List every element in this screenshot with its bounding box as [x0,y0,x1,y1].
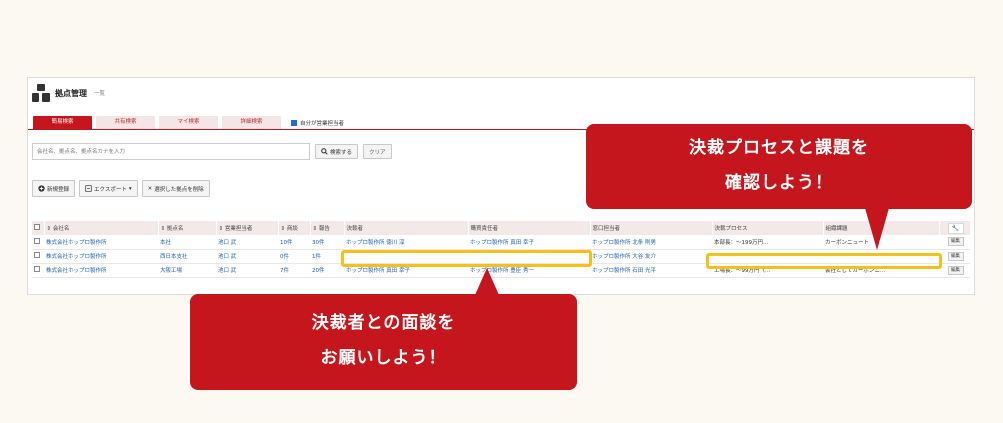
cell-company[interactable]: 株式会社ホップロ製作所 [44,249,158,264]
callout-right-pointer [865,208,889,250]
cell-contact[interactable]: ホップロ製作所 北条 則男 [590,235,712,250]
tab-shared-search[interactable]: 共有検索 [96,116,155,129]
callout-check-process: 決裁プロセスと課題を 確認しよう！ [586,124,972,209]
page-subtitle: 一覧 [94,91,106,97]
search-button-label: 検索する [330,149,353,156]
callout-left-line2: お願いしよう！ [320,348,447,368]
search-button[interactable]: 検索する [315,144,359,159]
cell-base[interactable]: 本社 [158,235,216,250]
callout-meet-decision-maker: 決裁者との面談を お願いしよう！ [190,294,577,390]
export-button-label: エクスポート [94,186,127,193]
page-header: 拠点管理 一覧 [32,83,105,103]
col-decision-process: 決裁プロセス [712,221,824,235]
cell-sales-rep[interactable]: 池口 武 [216,263,278,278]
col-reports[interactable]: ⇕ 報告 [310,221,345,235]
close-icon: ✕ [147,185,153,192]
cell-sales-rep[interactable]: 池口 武 [216,235,278,250]
plus-circle-icon [38,185,45,192]
my-sales-label: 自分が営業担当者 [300,120,345,127]
my-sales-checkbox[interactable] [291,119,297,126]
cell-contact[interactable]: ホップロ製作所 石田 光平 [590,263,712,278]
tab-my-search[interactable]: マイ検索 [159,116,218,129]
chevron-down-icon: ▾ [128,185,132,192]
col-contact: 窓口担当者 [590,221,713,235]
tab-detail-search[interactable]: 詳細検索 [222,116,281,129]
delete-selected-label: 選択した拠点を削除 [154,186,204,193]
select-all-checkbox[interactable] [34,224,40,230]
cell-reports[interactable]: 20件 [310,263,344,278]
search-row: 検索する クリア [32,143,392,160]
my-sales-filter[interactable]: 自分が営業担当者 [291,116,344,129]
export-icon [85,185,92,192]
cell-purchasing[interactable]: ホップロ製作所 真田 幸子 [468,235,590,250]
edit-button[interactable]: 編集 [947,265,964,275]
cell-reports[interactable]: 30件 [310,235,344,250]
col-decision-maker: 決裁者 [344,221,469,235]
table-header-row: ⇕ 会社名 ⇕ 拠点名 ⇕ 営業担当者 ⇕ 商談 ⇕ 報告 決裁者 購買責任者 … [32,221,971,235]
new-button[interactable]: 新規登録 [32,180,76,197]
cell-reports[interactable]: 1件 [310,249,344,264]
action-toolbar: 新規登録 エクスポート ▾ ✕ 選択した拠点を削除 [32,180,210,197]
cell-deals[interactable]: 10件 [278,235,310,250]
cell-contact[interactable]: ホップロ製作所 大谷 友介 [590,249,712,264]
table-row: 株式会社ホップロ製作所 本社 池口 武 10件 30件 ホップロ製作所 徳川 淳… [32,235,970,250]
cell-company[interactable]: 株式会社ホップロ製作所 [44,235,158,250]
callout-right-line1: 決裁プロセスと課題を [689,138,869,158]
clear-button[interactable]: クリア [363,144,392,159]
search-input[interactable] [32,143,310,160]
col-deals[interactable]: ⇕ 商談 [278,221,311,235]
highlight-process-issue-empty [706,253,942,269]
cell-deals[interactable]: 0件 [278,249,310,264]
callout-left-line1: 決裁者との面談を [311,313,456,333]
highlight-decision-maker-empty [341,250,592,267]
cell-sales-rep[interactable]: 池口 武 [216,249,278,264]
callout-right-line2: 確認しよう！ [725,173,833,193]
cell-deals[interactable]: 7件 [278,263,310,278]
col-sales-rep[interactable]: ⇕ 営業担当者 [216,221,279,235]
edit-button[interactable]: 編集 [947,237,964,247]
cell-company[interactable]: 株式会社ホップロ製作所 [44,263,158,278]
col-purchasing: 購買責任者 [468,221,591,235]
row-checkbox[interactable] [34,252,40,258]
col-base[interactable]: ⇕ 拠点名 [158,221,217,235]
row-checkbox[interactable] [34,237,40,244]
new-button-label: 新規登録 [47,186,70,193]
search-icon [321,148,328,155]
tab-simple-search[interactable]: 簡易検索 [33,116,92,129]
search-tabs: 簡易検索 共有検索 マイ検索 詳細検索 自分が営業担当者 [33,116,344,129]
cell-base[interactable]: 西日本支社 [158,249,216,264]
col-company[interactable]: ⇕ 会社名 [44,221,159,235]
export-button[interactable]: エクスポート ▾ [79,180,138,197]
page-title: 拠点管理 [55,88,87,98]
row-checkbox[interactable] [34,266,40,272]
cell-decision-process: 本部長：〜199万円… [712,235,823,250]
callout-left-pointer [475,268,499,295]
cell-decision-maker[interactable]: ホップロ製作所 徳川 淳 [344,235,468,250]
delete-selected-button[interactable]: ✕ 選択した拠点を削除 [141,180,210,197]
wrench-icon[interactable]: 🔧 [947,222,964,234]
edit-button[interactable]: 編集 [947,251,964,261]
base-hierarchy-icon [32,84,50,102]
cell-base[interactable]: 大阪工場 [158,263,216,278]
